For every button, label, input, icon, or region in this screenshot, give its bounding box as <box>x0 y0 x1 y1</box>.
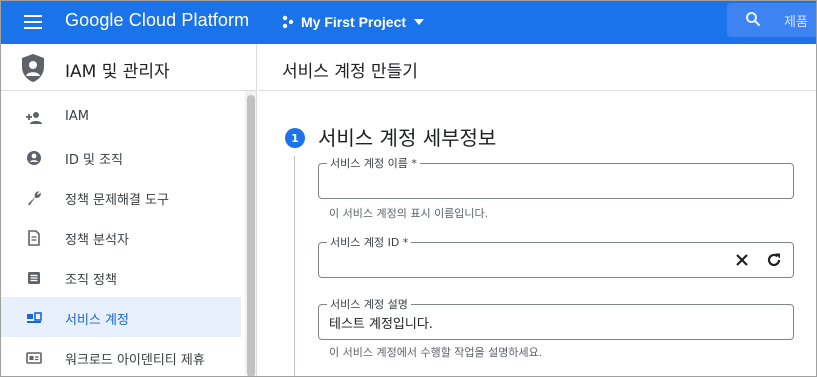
main-content: 서비스 계정 만들기 1 서비스 계정 세부정보 서비스 계정 이름 * 이 서… <box>258 44 816 376</box>
sidebar-scrollbar-thumb[interactable] <box>247 95 255 376</box>
sidebar-item-identity-organization[interactable]: ID 및 조직 <box>1 137 241 177</box>
id-card-icon <box>26 352 42 364</box>
sidebar-item-label: 정책 분석자 <box>65 233 129 248</box>
field-hint: 이 서비스 계정의 표시 이름입니다. <box>329 207 489 220</box>
search-input[interactable]: 제품 <box>727 3 816 37</box>
search-icon <box>746 12 761 27</box>
sidebar-item-label: ID 및 조직 <box>65 153 123 168</box>
sidebar-item-organization-policies[interactable]: 조직 정책 <box>1 257 241 297</box>
project-dots-icon <box>282 15 294 29</box>
project-selector[interactable]: My First Project <box>281 12 425 32</box>
sidebar-item-iam[interactable]: IAM <box>1 97 241 137</box>
sidebar-item-label: IAM <box>65 109 89 124</box>
service-account-description-field[interactable]: 서비스 계정 설명 테스트 계정입니다. <box>318 296 794 340</box>
hamburger-menu-icon[interactable] <box>21 12 45 32</box>
sidebar-item-label: 서비스 계정 <box>65 313 129 328</box>
sidebar-title: IAM 및 관리자 <box>65 62 170 82</box>
account-circle-icon <box>27 151 41 165</box>
field-value[interactable]: 테스트 계정입니다. <box>329 313 433 332</box>
field-label: 서비스 계정 이름 * <box>327 155 420 171</box>
sidebar: IAM 및 관리자 IAM ID 및 조직 정책 문제해결 도구 정책 분석자 … <box>1 44 257 376</box>
service-account-name-field[interactable]: 서비스 계정 이름 * <box>318 155 794 199</box>
clear-icon[interactable] <box>733 251 751 269</box>
search-placeholder: 제품 <box>784 15 808 30</box>
caret-down-icon <box>414 19 425 25</box>
step-number-badge: 1 <box>285 128 305 148</box>
sidebar-item-workload-identity-federation[interactable]: 워크로드 아이덴티티 제휴 <box>1 337 241 376</box>
sidebar-item-service-accounts[interactable]: 서비스 계정 <box>1 297 241 337</box>
app-window: Google Cloud Platform My First Project 제… <box>0 0 817 377</box>
brand-title[interactable]: Google Cloud Platform <box>65 10 249 31</box>
sidebar-nav: IAM ID 및 조직 정책 문제해결 도구 정책 분석자 조직 정책 서비스 … <box>1 91 256 376</box>
field-label: 서비스 계정 ID * <box>327 234 412 250</box>
shield-icon <box>22 54 44 82</box>
sidebar-item-policy-analyzer[interactable]: 정책 분석자 <box>1 217 241 257</box>
policy-document-icon <box>28 230 40 246</box>
project-name: My First Project <box>301 14 407 30</box>
service-account-id-field[interactable]: 서비스 계정 ID * <box>318 234 794 278</box>
sidebar-item-policy-troubleshooter[interactable]: 정책 문제해결 도구 <box>1 177 241 217</box>
main-header: 서비스 계정 만들기 <box>258 44 816 91</box>
refresh-icon[interactable] <box>765 251 783 269</box>
sidebar-header: IAM 및 관리자 <box>1 44 256 91</box>
wrench-icon <box>28 191 41 206</box>
field-hint: 이 서비스 계정에서 수행할 작업을 설명하세요. <box>329 346 543 359</box>
page-title: 서비스 계정 만들기 <box>282 62 418 82</box>
step-connector-line <box>294 156 295 376</box>
service-account-icon <box>27 312 42 323</box>
list-alt-icon <box>28 272 40 284</box>
top-app-bar: Google Cloud Platform My First Project 제… <box>1 1 816 44</box>
step-title: 서비스 계정 세부정보 <box>318 126 497 150</box>
sidebar-item-label: 워크로드 아이덴티티 제휴 <box>65 353 205 368</box>
sidebar-item-label: 조직 정책 <box>65 273 117 288</box>
field-label: 서비스 계정 설명 <box>327 296 411 312</box>
sidebar-item-label: 정책 문제해결 도구 <box>65 193 169 208</box>
person-add-icon <box>26 112 42 124</box>
